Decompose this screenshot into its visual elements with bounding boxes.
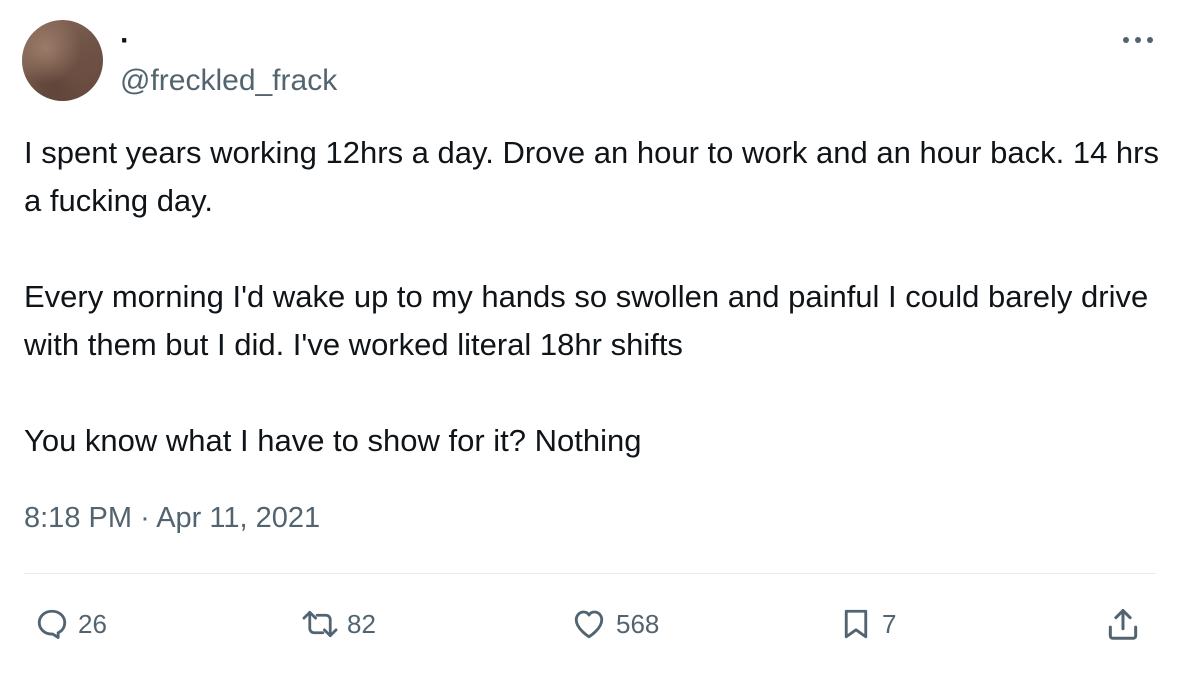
tweet-paragraph: I spent years working 12hrs a day. Drove… — [24, 135, 1159, 218]
tweet-timestamp: 8:18 PM · Apr 11, 2021 — [24, 500, 320, 536]
heart-icon — [570, 606, 608, 642]
tweet-card: · @freckled_frack I spent years working … — [0, 0, 1202, 676]
tweet-time-link[interactable]: 8:18 PM — [24, 502, 132, 534]
bookmark-icon — [838, 606, 874, 642]
retweet-count: 82 — [347, 609, 376, 639]
retweet-icon — [301, 606, 339, 642]
divider — [24, 573, 1156, 574]
like-button[interactable]: 568 — [570, 602, 659, 646]
bookmark-button[interactable]: 7 — [838, 602, 896, 646]
like-count: 568 — [616, 609, 660, 639]
reply-button[interactable]: 26 — [34, 602, 107, 646]
tweet-paragraph: You know what I have to show for it? Not… — [24, 423, 642, 458]
avatar[interactable] — [22, 20, 103, 101]
tweet-text: I spent years working 12hrs a day. Drove… — [24, 129, 1164, 465]
tweet-paragraph: Every morning I'd wake up to my hands so… — [24, 279, 1149, 362]
share-button[interactable] — [1104, 602, 1142, 646]
author-display-name[interactable]: · — [120, 26, 130, 56]
timestamp-separator: · — [140, 502, 150, 534]
share-upload-icon — [1104, 605, 1142, 643]
author-handle[interactable]: @freckled_frack — [120, 64, 337, 98]
reply-count: 26 — [78, 609, 107, 639]
more-horizontal-icon[interactable] — [1118, 26, 1158, 54]
bookmark-count: 7 — [882, 609, 897, 639]
reply-bubble-icon — [34, 606, 70, 642]
tweet-date-link[interactable]: Apr 11, 2021 — [156, 502, 320, 534]
retweet-button[interactable]: 82 — [301, 602, 376, 646]
